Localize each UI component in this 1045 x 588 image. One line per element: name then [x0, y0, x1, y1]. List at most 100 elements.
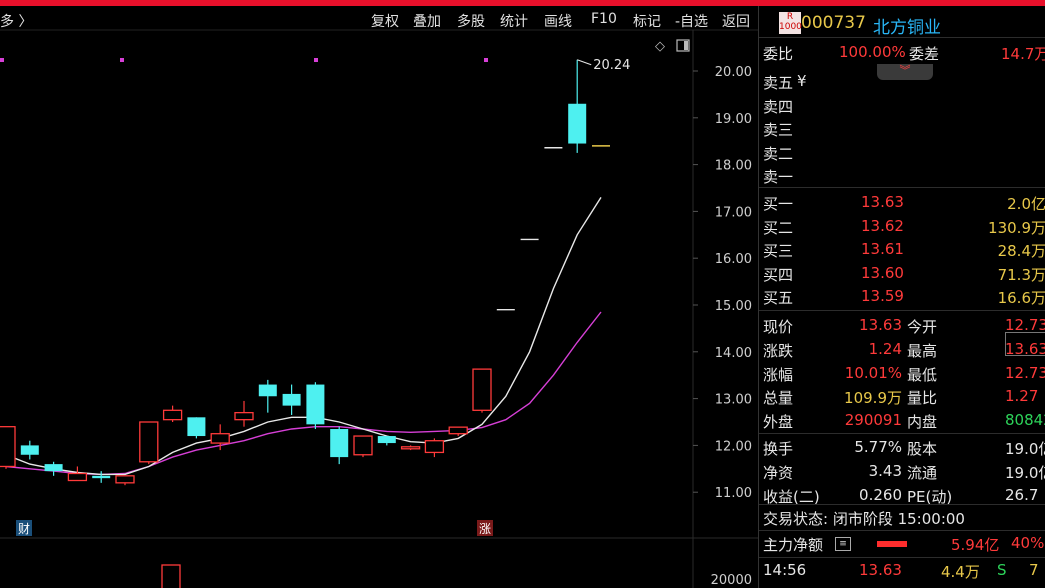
event-dot: [120, 58, 124, 62]
weibi-row: 委比 100.00% 委差 14.7万: [759, 41, 1045, 65]
main-net-value: 5.94亿: [951, 536, 1000, 554]
buy-row[interactable]: 买五 13.59 16.6万: [759, 285, 1045, 309]
diamond-icon: ◇: [655, 39, 665, 54]
ma-long-line: [5, 311, 602, 476]
stat2-label: 换手: [763, 440, 794, 458]
stat-row: 现价 13.63 今开 12.73: [759, 314, 1045, 338]
toolbar-button-3[interactable]: 统计: [500, 11, 528, 31]
sell-row: 卖五 ¥: [759, 70, 1045, 94]
quote-panel: R 1000 000737 北方铜业 委比 100.00% 委差 14.7万 ︾…: [758, 6, 1045, 588]
stat-value-2: 1.27: [1005, 387, 1039, 406]
buy-row[interactable]: 买一 13.63 2.0亿: [759, 191, 1045, 215]
toolbar-button-0[interactable]: 复权: [371, 11, 399, 31]
buy-vol: 130.9万: [988, 218, 1045, 237]
toolbar-button-2[interactable]: 多股: [457, 11, 485, 31]
weicha-label: 委差: [909, 45, 940, 63]
stat2-row: 净资 3.43 流通 19.0亿: [759, 460, 1045, 484]
event-dot: [0, 58, 4, 62]
main-net-label: 主力净额: [763, 536, 824, 554]
stat-label-2: 内盘: [907, 413, 938, 432]
toolbar-button-1[interactable]: 叠加: [413, 11, 441, 31]
candle-body-down: [92, 475, 111, 479]
stock-name[interactable]: 北方铜业: [873, 13, 941, 38]
volume-tick-label: 20000: [711, 573, 752, 588]
price-tick-label: 14.00: [715, 346, 752, 361]
tick-side: S: [997, 561, 1007, 579]
more-menu[interactable]: 多 〉: [0, 11, 32, 31]
stat2-value-2: 19.0亿: [1005, 463, 1045, 482]
high-annotation-line: [577, 59, 592, 66]
stock-code: 000737: [801, 13, 866, 33]
candle-body-up: [162, 409, 183, 421]
sell-label: 卖五: [763, 74, 794, 92]
candle-body-up: [234, 411, 254, 421]
buy-vol: 16.6万: [997, 289, 1045, 308]
buy-row[interactable]: 买四 13.60 71.3万: [759, 262, 1045, 286]
tick-vol: 4.4万: [941, 563, 980, 581]
price-tick-label: 18.00: [715, 159, 752, 174]
sell-extra: ¥: [797, 72, 807, 90]
toolbar-button-8[interactable]: 返回: [722, 11, 750, 31]
buy-row[interactable]: 买二 13.62 130.9万: [759, 215, 1045, 239]
stat-value: 290091: [844, 411, 902, 430]
candle-body-up: [115, 475, 135, 484]
main-net-pct: 40%: [1011, 534, 1045, 552]
buy-price: 13.59: [861, 287, 904, 306]
buy-price: 13.60: [861, 263, 904, 282]
stat-label-2: 今开: [907, 318, 938, 336]
price-tick-label: 19.00: [715, 112, 752, 127]
candle-body-up: [67, 472, 88, 482]
price-tick-label: 11.00: [715, 486, 752, 501]
toolbar-button-7[interactable]: -自选: [675, 11, 708, 31]
toolbar-button-4[interactable]: 画线: [544, 11, 572, 31]
stat2-value: 3.43: [868, 461, 902, 480]
price-tick-label: 17.00: [715, 205, 752, 220]
badge-top-label: R: [786, 12, 794, 22]
stat-label: 涨跌: [763, 341, 794, 360]
candle-body-down: [258, 384, 277, 397]
moving-averages: [5, 197, 602, 476]
list-icon[interactable]: ≡: [835, 537, 851, 551]
event-dot: [484, 58, 488, 62]
tick-price: 13.63: [859, 561, 902, 579]
sell-row: 卖三: [759, 117, 1045, 141]
buy-price: 13.61: [861, 240, 904, 259]
toolbar-button-5[interactable]: F10: [591, 11, 617, 27]
buy-label: 买三: [763, 242, 794, 261]
stat2-label-2: 股本: [907, 440, 938, 458]
stat-value: 109.9万: [844, 389, 902, 408]
stat2-label: 净资: [763, 463, 794, 482]
stat-label: 涨幅: [763, 365, 794, 384]
stock-header: R 1000 000737 北方铜业: [759, 10, 1045, 38]
kline-chart[interactable]: 20.00 19.00 18.00 17.00 16.00 15.00 14.00 13.00…: [0, 6, 758, 588]
stat2-value: 5.77%: [854, 438, 902, 456]
tick-row: 14:56 13.63 4.4万 S 7: [759, 559, 1045, 583]
panel-toggle-icon-fill: [684, 41, 688, 50]
stat2-value: 0.260: [859, 485, 902, 504]
candle-body-up: [139, 421, 159, 463]
buy-row[interactable]: 买三 13.61 28.4万: [759, 238, 1045, 262]
main-net-bar: [877, 541, 907, 547]
high-price-box: [1005, 332, 1045, 356]
sell-label: 卖四: [763, 97, 794, 116]
tick-time: 14:56: [763, 561, 807, 579]
buy-price: 13.63: [861, 193, 904, 211]
stat-value: 1.24: [868, 339, 902, 358]
candle-body-up: [210, 433, 230, 444]
candle-body-down: [568, 103, 587, 144]
sell-row: 卖四: [759, 94, 1045, 118]
price-tick-label: 13.00: [715, 393, 752, 408]
limit-up-marker-label: 涨: [479, 521, 491, 536]
candle-body-up: [424, 440, 445, 454]
candle-body-down: [44, 464, 63, 472]
sell-label: 卖三: [763, 121, 794, 139]
badge-bottom-label: 1000: [779, 22, 802, 32]
price-tick-label: 15.00: [715, 299, 752, 314]
stat2-value-2: 26.7: [1005, 485, 1039, 504]
sell-label: 卖二: [763, 144, 794, 163]
buy-price: 13.62: [861, 216, 904, 235]
stat-row: 外盘 290091 内盘 808421: [759, 409, 1045, 433]
stat-label-2: 量比: [907, 389, 938, 408]
toolbar-button-6[interactable]: 标记: [633, 11, 661, 31]
stat2-row: 换手 5.77% 股本 19.0亿: [759, 436, 1045, 460]
